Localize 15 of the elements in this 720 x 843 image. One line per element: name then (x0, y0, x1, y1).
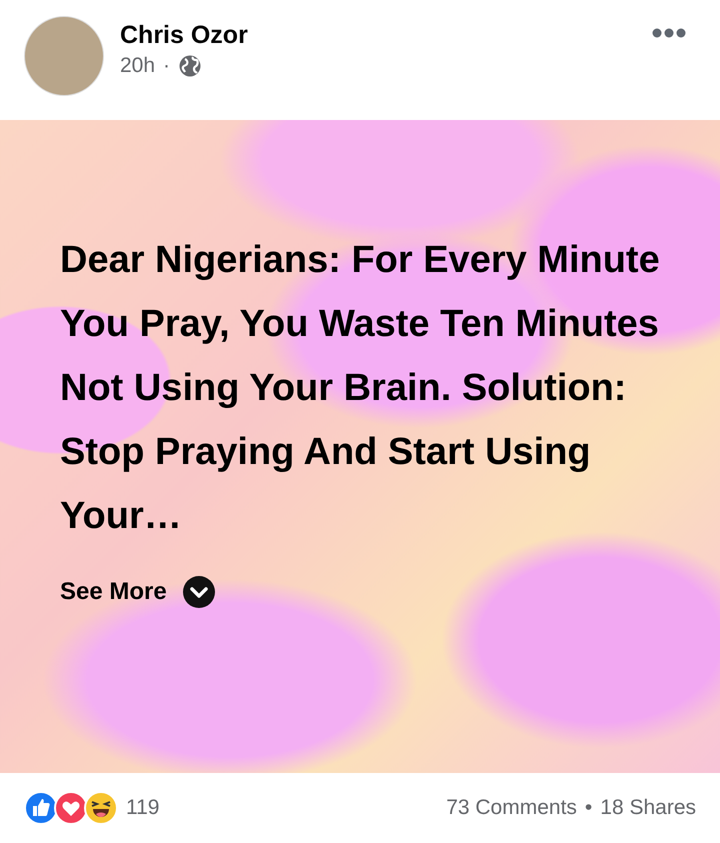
love-reaction-icon (54, 791, 88, 825)
separator: • (584, 795, 592, 822)
separator: · (163, 53, 170, 79)
author-name[interactable]: Chris Ozor (120, 20, 636, 50)
chevron-down-icon[interactable] (182, 576, 215, 608)
shares-count[interactable]: 18 Shares (600, 792, 696, 824)
see-more-link[interactable]: See More (60, 574, 167, 610)
like-reaction-icon (24, 791, 58, 825)
comments-count[interactable]: 73 Comments (446, 792, 577, 824)
more-options-icon[interactable] (652, 28, 686, 38)
reaction-count[interactable]: 119 (126, 792, 160, 824)
globe-icon (178, 54, 202, 78)
post-time[interactable]: 20h (120, 50, 156, 82)
post-text: Dear Nigerians: For Every Minute You Pray, You Waste Ten Minutes Not Using Your Brain. Solution: Stop Praying And Start Using Your… (60, 238, 661, 539)
laughing-reaction-icon (84, 791, 118, 825)
